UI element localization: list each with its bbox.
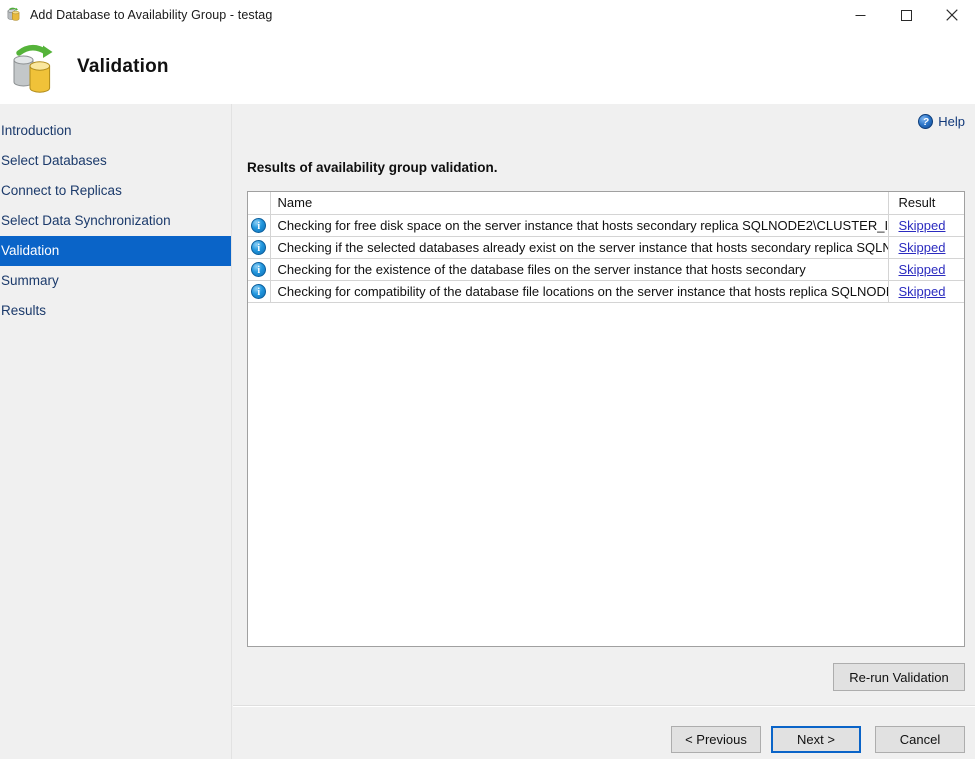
- sidebar-item-connect-to-replicas[interactable]: Connect to Replicas: [0, 176, 231, 206]
- row-status-cell: i: [248, 280, 270, 302]
- sidebar-item-select-data-synchronization[interactable]: Select Data Synchronization: [0, 206, 231, 236]
- previous-button[interactable]: < Previous: [671, 726, 761, 753]
- table-row[interactable]: i Checking for the existence of the data…: [248, 258, 964, 280]
- validation-results-grid: Name Result i Checking for free disk spa…: [247, 191, 965, 647]
- sidebar-item-summary[interactable]: Summary: [0, 266, 231, 296]
- sidebar-item-results[interactable]: Results: [0, 296, 231, 326]
- content-pane: ? Help Results of availability group val…: [233, 104, 975, 705]
- info-icon: i: [251, 218, 266, 233]
- result-link[interactable]: Skipped: [899, 240, 946, 255]
- row-result-cell: Skipped: [888, 214, 964, 236]
- database-sync-icon: [7, 38, 65, 96]
- sidebar-item-introduction[interactable]: Introduction: [0, 116, 231, 146]
- database-icon: [6, 7, 22, 23]
- minimize-icon[interactable]: [837, 0, 883, 30]
- help-link[interactable]: ? Help: [918, 114, 965, 129]
- dialog-header: Validation: [0, 30, 975, 104]
- cancel-button[interactable]: Cancel: [875, 726, 965, 753]
- dialog-window: Add Database to Availability Group - tes…: [0, 0, 975, 759]
- row-name-cell: Checking if the selected databases alrea…: [270, 236, 888, 258]
- row-status-cell: i: [248, 236, 270, 258]
- table-row[interactable]: i Checking for compatibility of the data…: [248, 280, 964, 302]
- row-result-cell: Skipped: [888, 236, 964, 258]
- next-button[interactable]: Next >: [771, 726, 861, 753]
- result-link[interactable]: Skipped: [899, 218, 946, 233]
- column-header-icon: [248, 192, 270, 214]
- title-bar: Add Database to Availability Group - tes…: [0, 0, 975, 30]
- sidebar-item-select-databases[interactable]: Select Databases: [0, 146, 231, 176]
- window-controls: [837, 0, 975, 30]
- row-result-cell: Skipped: [888, 280, 964, 302]
- table-row[interactable]: i Checking if the selected databases alr…: [248, 236, 964, 258]
- dialog-footer: < Previous Next > Cancel: [233, 706, 975, 759]
- info-icon: i: [251, 284, 266, 299]
- page-title: Validation: [77, 56, 169, 78]
- result-link[interactable]: Skipped: [899, 284, 946, 299]
- table-row[interactable]: i Checking for free disk space on the se…: [248, 214, 964, 236]
- row-status-cell: i: [248, 258, 270, 280]
- wizard-sidebar: Introduction Select Databases Connect to…: [0, 104, 232, 759]
- info-icon: i: [251, 240, 266, 255]
- info-icon: i: [251, 262, 266, 277]
- window-title: Add Database to Availability Group - tes…: [30, 8, 272, 22]
- results-caption: Results of availability group validation…: [247, 160, 498, 175]
- table-header-row: Name Result: [248, 192, 964, 214]
- column-header-result[interactable]: Result: [888, 192, 964, 214]
- row-name-cell: Checking for the existence of the databa…: [270, 258, 888, 280]
- sidebar-item-validation[interactable]: Validation: [0, 236, 231, 266]
- maximize-icon[interactable]: [883, 0, 929, 30]
- help-label: Help: [938, 114, 965, 129]
- help-icon: ?: [918, 114, 933, 129]
- row-result-cell: Skipped: [888, 258, 964, 280]
- close-icon[interactable]: [929, 0, 975, 30]
- row-name-cell: Checking for free disk space on the serv…: [270, 214, 888, 236]
- column-header-name[interactable]: Name: [270, 192, 888, 214]
- row-name-cell: Checking for compatibility of the databa…: [270, 280, 888, 302]
- row-status-cell: i: [248, 214, 270, 236]
- result-link[interactable]: Skipped: [899, 262, 946, 277]
- rerun-validation-button[interactable]: Re-run Validation: [833, 663, 965, 691]
